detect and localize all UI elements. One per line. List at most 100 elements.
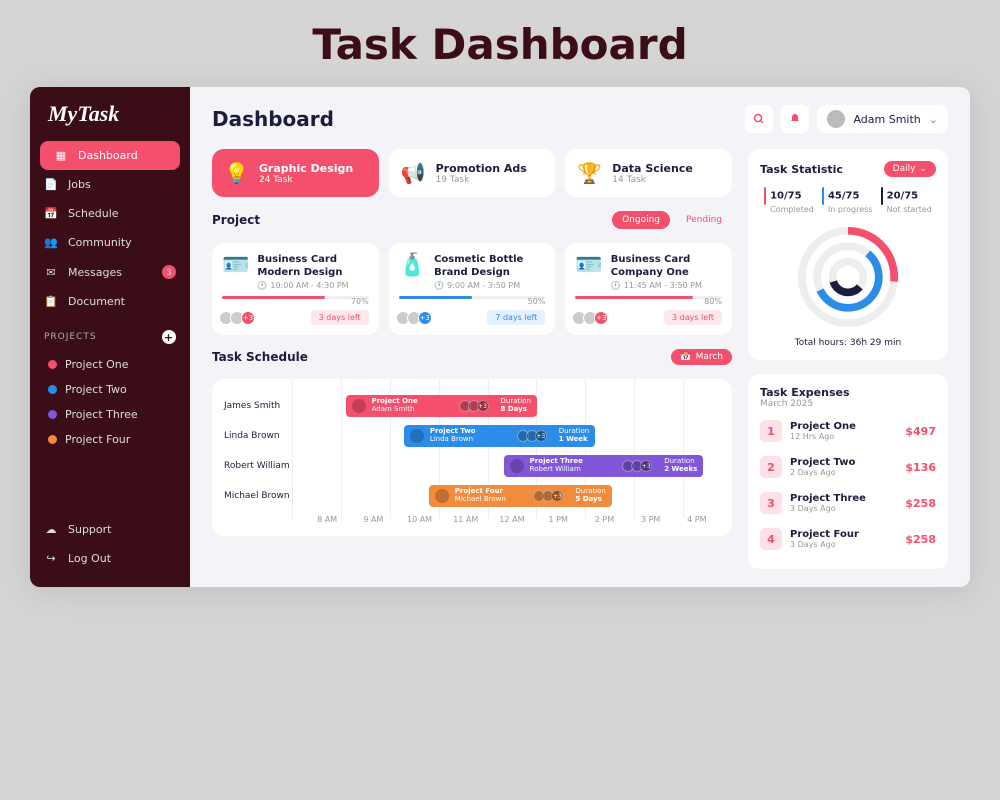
schedule-title: Task Schedule bbox=[212, 350, 308, 364]
statistic-title: Task Statistic bbox=[760, 163, 843, 176]
avatar bbox=[510, 459, 524, 473]
avatars: +3 bbox=[462, 400, 489, 412]
avatars: +3 bbox=[575, 311, 608, 325]
avatars: +3 bbox=[625, 460, 652, 472]
gantt-duration: Duration2 Weeks bbox=[664, 458, 697, 473]
expense-name: Project Four bbox=[790, 529, 859, 540]
gantt-bar-label: Project TwoLinda Brown bbox=[430, 428, 476, 443]
gantt-row: Linda Brown Project TwoLinda Brown+3Durat… bbox=[224, 421, 720, 451]
app-shell: MyTask ▦Dashboard📄Jobs 📅 Schedule 👥Communit… bbox=[30, 87, 970, 587]
projects-header-label: PROJECTS bbox=[44, 332, 97, 342]
avatars: +3 bbox=[536, 490, 563, 502]
expense-name: Project Three bbox=[790, 493, 866, 504]
project-name: Business Card Modern Design bbox=[257, 253, 368, 279]
gantt-duration: Duration1 Week bbox=[559, 428, 589, 443]
expense-amount: $258 bbox=[905, 497, 936, 510]
tab-ongoing[interactable]: Ongoing bbox=[612, 211, 670, 229]
nav-label: Jobs bbox=[68, 178, 91, 191]
gantt-panel: James SmithProject OneAdam Smith+3Durati… bbox=[212, 379, 732, 536]
category-card[interactable]: 🏆Data Science14 Task bbox=[565, 149, 732, 197]
gantt-bar[interactable]: Project TwoLinda Brown+3Duration1 Week bbox=[404, 425, 595, 447]
add-project-button[interactable]: + bbox=[162, 330, 176, 344]
expense-row[interactable]: 4Project Four3 Days Ago$258 bbox=[760, 521, 936, 557]
sidebar-project[interactable]: Project Three bbox=[30, 402, 190, 427]
gantt-bar-label: Project FourMichael Brown bbox=[455, 488, 506, 503]
project-card[interactable]: 🧴Cosmetic Bottle Brand Design🕐9:00 AM - … bbox=[389, 243, 556, 335]
expense-name: Project One bbox=[790, 421, 856, 432]
expense-row[interactable]: 1Project One12 Hrs Ago$497 bbox=[760, 413, 936, 449]
nav-label: Document bbox=[68, 295, 125, 308]
gantt-bar[interactable]: Project OneAdam Smith+3Duration8 Days bbox=[346, 395, 537, 417]
statistic-panel: Task Statistic Daily ⌄ 10/75Completed 45/… bbox=[748, 149, 948, 360]
gantt-person: Linda Brown bbox=[224, 431, 304, 441]
statistic-filter[interactable]: Daily ⌄ bbox=[884, 161, 936, 177]
brand-logo: MyTask bbox=[30, 101, 190, 141]
nav-label: Schedule bbox=[68, 207, 119, 220]
community-icon: 👥 bbox=[44, 236, 58, 249]
sidebar-project[interactable]: Project Four bbox=[30, 427, 190, 452]
project-card[interactable]: 🪪Business Card Company One🕐11:45 AM - 3:… bbox=[565, 243, 732, 335]
project-dot bbox=[48, 410, 57, 419]
nav-community[interactable]: 👥Community bbox=[30, 228, 190, 257]
gantt-bar-label: Project OneAdam Smith bbox=[372, 398, 418, 413]
document-icon: 📋 bbox=[44, 295, 58, 308]
chevron-down-icon: ⌄ bbox=[929, 113, 938, 126]
axis-label: 4 PM bbox=[674, 515, 720, 524]
expense-time: 3 Days Ago bbox=[790, 540, 859, 549]
project-dot bbox=[48, 360, 57, 369]
total-hours: Total hours: 36h 29 min bbox=[760, 338, 936, 348]
project-label: Project Two bbox=[65, 383, 127, 396]
project-icon: 🪪 bbox=[222, 253, 249, 290]
nav-jobs[interactable]: 📄Jobs bbox=[30, 170, 190, 199]
tab-pending[interactable]: Pending bbox=[676, 211, 732, 229]
sidebar-project[interactable]: Project One bbox=[30, 352, 190, 377]
days-left: 3 days left bbox=[664, 310, 722, 325]
schedule-icon: 📅 bbox=[44, 207, 58, 220]
search-button[interactable] bbox=[745, 105, 773, 133]
expense-time: 3 Days Ago bbox=[790, 504, 866, 513]
nav-messages[interactable]: ✉Messages3 bbox=[30, 257, 190, 287]
gantt-bar[interactable]: Project ThreeRobert William+3Duration2 W… bbox=[504, 455, 704, 477]
category-card[interactable]: 📢Promotion Ads19 Task bbox=[389, 149, 556, 197]
notifications-button[interactable] bbox=[781, 105, 809, 133]
category-card[interactable]: 💡Graphic Design24 Task bbox=[212, 149, 379, 197]
sidebar-project[interactable]: Project Two bbox=[30, 377, 190, 402]
rank: 2 bbox=[760, 456, 782, 478]
project-label: Project One bbox=[65, 358, 129, 371]
topbar: Dashboard Adam Smith ⌄ bbox=[212, 105, 948, 133]
axis-label: 3 PM bbox=[628, 515, 674, 524]
gantt-person: Robert William bbox=[224, 461, 304, 471]
axis-label: 11 AM bbox=[443, 515, 489, 524]
expense-row[interactable]: 2Project Two2 Days Ago$136 bbox=[760, 449, 936, 485]
nav-label: Support bbox=[68, 523, 111, 536]
rank: 1 bbox=[760, 420, 782, 442]
nav-dashboard[interactable]: ▦Dashboard bbox=[40, 141, 180, 170]
gantt-person: Michael Brown bbox=[224, 491, 304, 501]
project-dot bbox=[48, 385, 57, 394]
nav-document[interactable]: 📋 Document bbox=[30, 287, 190, 316]
axis-label: 10 AM bbox=[396, 515, 442, 524]
log out-icon: ↪ bbox=[44, 552, 58, 565]
axis-label: 12 AM bbox=[489, 515, 535, 524]
expense-time: 12 Hrs Ago bbox=[790, 432, 856, 441]
project-percent: 70% bbox=[222, 297, 369, 306]
stat-item: 10/75Completed bbox=[764, 187, 814, 214]
nav-support[interactable]: ☁Support bbox=[30, 515, 190, 544]
project-time: 🕐9:00 AM - 3:50 PM bbox=[434, 281, 545, 290]
nav-label: Log Out bbox=[68, 552, 111, 565]
gantt-bar[interactable]: Project FourMichael Brown+3Duration5 Day… bbox=[429, 485, 612, 507]
avatar bbox=[410, 429, 424, 443]
stat-item: 45/75In progress bbox=[822, 187, 873, 214]
nav-schedule[interactable]: 📅 Schedule bbox=[30, 199, 190, 228]
schedule-month-button[interactable]: 📅 March bbox=[671, 349, 732, 365]
nav-log-out[interactable]: ↪ Log Out bbox=[30, 544, 190, 573]
project-card[interactable]: 🪪Business Card Modern Design🕐10:00 AM - … bbox=[212, 243, 379, 335]
expenses-month: March 2025 bbox=[760, 399, 936, 409]
avatars: +3 bbox=[399, 311, 432, 325]
gantt-row: Michael Brown Project FourMichael Brown +3… bbox=[224, 481, 720, 511]
user-menu[interactable]: Adam Smith ⌄ bbox=[817, 105, 948, 133]
user-name: Adam Smith bbox=[853, 113, 920, 126]
expense-row[interactable]: 3Project Three3 Days Ago$258 bbox=[760, 485, 936, 521]
axis-label: 1 PM bbox=[535, 515, 581, 524]
expense-amount: $136 bbox=[905, 461, 936, 474]
